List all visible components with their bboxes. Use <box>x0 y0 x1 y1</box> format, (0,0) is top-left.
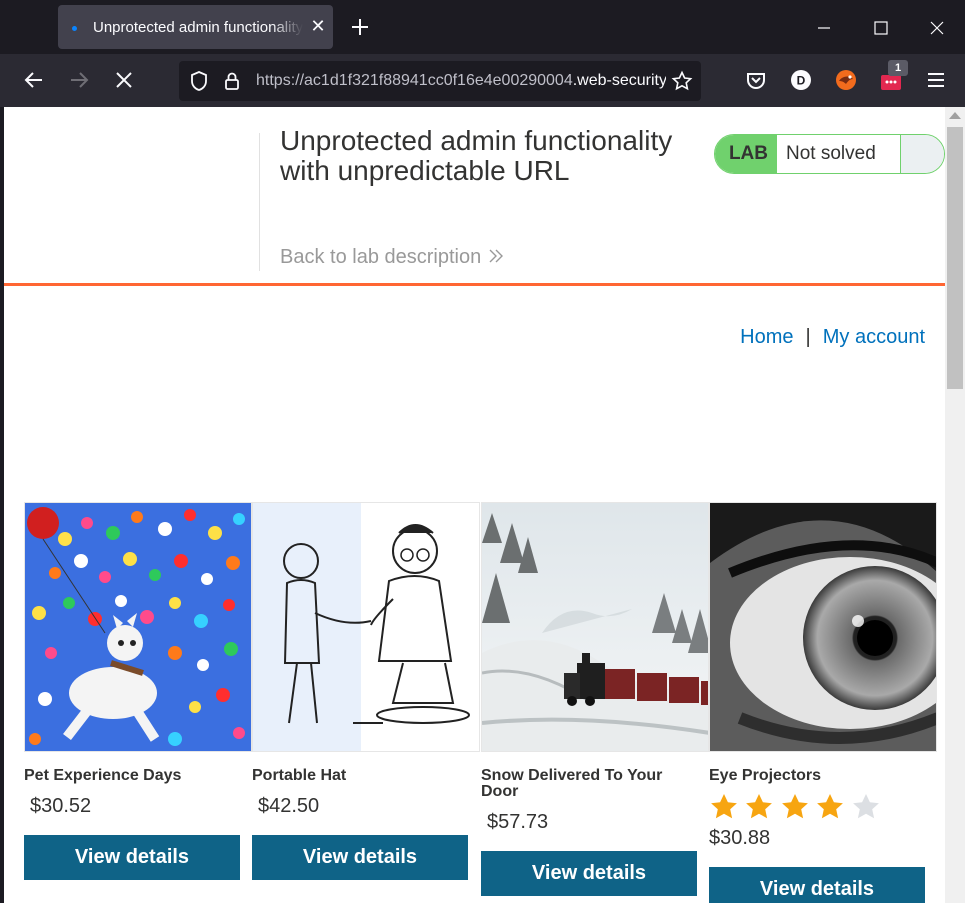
product-image-eye[interactable] <box>709 502 937 752</box>
scroll-up-arrow-icon[interactable] <box>949 112 961 119</box>
maximize-icon[interactable] <box>863 10 899 46</box>
star-filled-icon <box>817 794 844 819</box>
site-navigation: Home | My account <box>740 326 925 349</box>
scrollbar-thumb[interactable] <box>947 127 963 389</box>
star-filled-icon <box>782 794 808 819</box>
product-price: $57.73 <box>487 811 549 833</box>
home-link[interactable]: Home <box>740 326 793 348</box>
product-price: $42.50 <box>258 795 320 817</box>
minimize-icon[interactable] <box>806 10 842 46</box>
browser-titlebar: Unprotected admin functionality with unp… <box>0 0 965 54</box>
tab-loading-indicator <box>72 26 77 31</box>
star-filled-icon <box>711 794 737 819</box>
product-image-balloons-dog[interactable] <box>24 502 252 752</box>
back-to-lab-description-link[interactable]: Back to lab description <box>280 246 505 269</box>
product-name: Snow Delivered To Your Door <box>481 767 663 800</box>
star-empty-icon <box>852 794 879 819</box>
product-rating <box>709 792 882 822</box>
view-details-button[interactable]: View details <box>709 867 925 903</box>
lab-header: Unprotected admin functionality with unp… <box>4 107 945 285</box>
lab-status-widget: LAB Not solved <box>714 134 945 174</box>
extension-bird-icon[interactable] <box>833 67 859 93</box>
product-price: $30.52 <box>30 795 92 817</box>
tab-title: Unprotected admin functionality with unp… <box>93 19 303 36</box>
product-image-sketch-people[interactable] <box>252 502 480 752</box>
product-name: Eye Projectors <box>709 767 822 784</box>
window-close-icon[interactable] <box>919 10 955 46</box>
back-link-label: Back to lab description <box>280 246 482 268</box>
forward-arrow-icon[interactable] <box>66 67 92 93</box>
view-details-button[interactable]: View details <box>252 835 468 880</box>
pocket-icon[interactable] <box>743 67 769 93</box>
product-grid: Pet Experience Days $30.52 View details <box>24 502 945 903</box>
browser-tab[interactable]: Unprotected admin functionality with unp… <box>58 5 333 49</box>
back-arrow-icon[interactable] <box>21 67 47 93</box>
stop-loading-icon[interactable] <box>111 67 137 93</box>
view-details-button[interactable]: View details <box>24 835 240 880</box>
shield-icon[interactable] <box>188 70 210 92</box>
account-avatar-icon[interactable]: D <box>788 67 814 93</box>
header-orange-divider <box>4 283 945 286</box>
lab-status-label: LAB <box>715 135 777 173</box>
page-scrollbar[interactable] <box>945 107 965 903</box>
extension-badge: 1 <box>888 60 908 76</box>
header-divider <box>259 133 260 271</box>
lock-icon[interactable] <box>221 70 243 92</box>
lab-status-icon-area <box>900 135 944 173</box>
svg-text:D: D <box>797 74 806 88</box>
web-page: Unprotected admin functionality with unp… <box>4 107 945 903</box>
product-name: Pet Experience Days <box>24 767 182 784</box>
nav-separator: | <box>805 326 811 348</box>
lab-status-text: Not solved <box>786 143 876 164</box>
product-name: Portable Hat <box>252 767 347 784</box>
tab-close-icon[interactable]: ✕ <box>307 15 329 37</box>
browser-toolbar: https://ac1d1f321f88941cc0f16e4e00290004… <box>0 54 965 107</box>
double-chevron-right-icon <box>489 249 504 263</box>
hamburger-menu-icon[interactable] <box>923 67 949 93</box>
product-price: $30.88 <box>709 827 771 849</box>
address-bar[interactable]: https://ac1d1f321f88941cc0f16e4e00290004… <box>179 61 701 101</box>
view-details-button[interactable]: View details <box>481 851 697 896</box>
bookmark-star-icon[interactable] <box>671 70 693 92</box>
lab-title: Unprotected admin functionality with unp… <box>280 125 673 186</box>
my-account-link[interactable]: My account <box>823 326 925 348</box>
product-image-snow-train[interactable] <box>481 502 709 752</box>
url-text[interactable]: https://ac1d1f321f88941cc0f16e4e00290004… <box>256 72 666 90</box>
new-tab-icon[interactable] <box>347 14 373 40</box>
star-filled-icon <box>746 794 773 819</box>
